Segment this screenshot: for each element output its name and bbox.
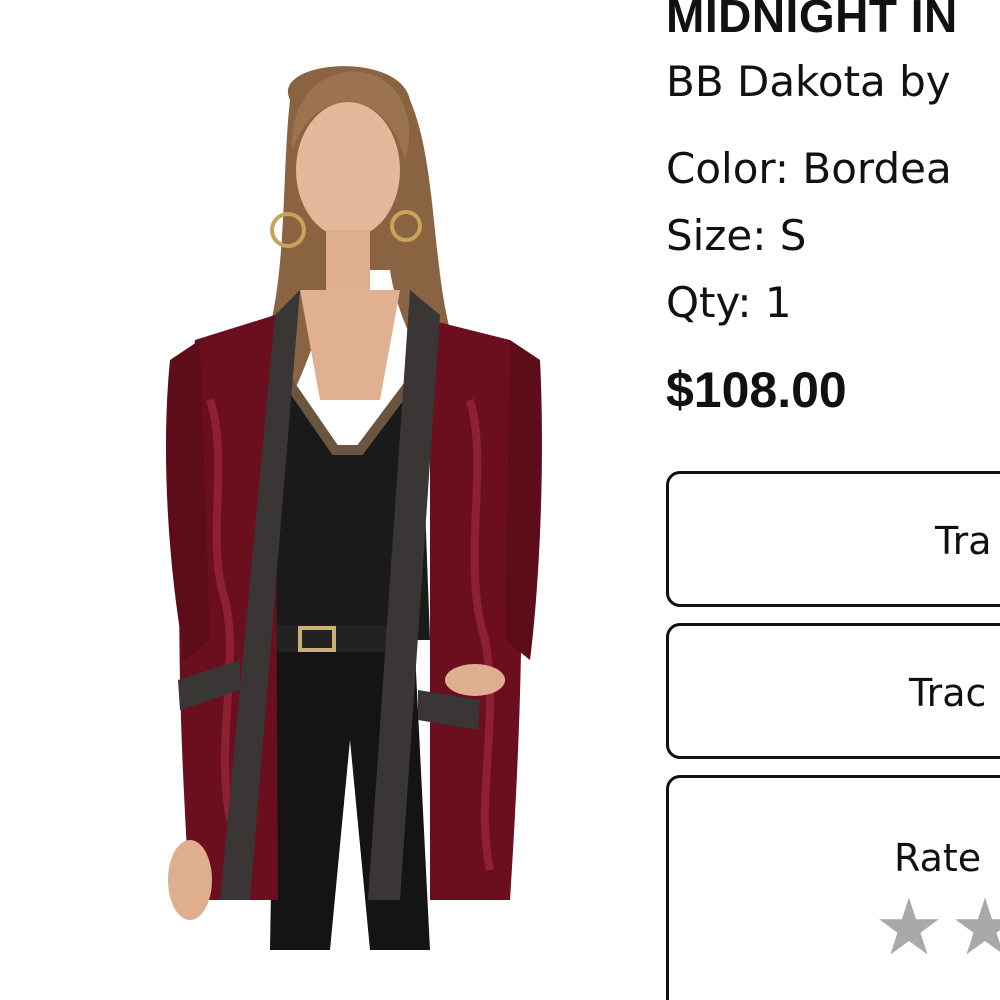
order-item-screen: MIDNIGHT IN BB Dakota by Color: Bordea S…	[0, 0, 1000, 1000]
product-color: Color: Bordea	[666, 144, 952, 193]
star-icon[interactable]: ★	[874, 888, 944, 968]
star-icon[interactable]: ★	[950, 888, 1000, 968]
track-package-button[interactable]: Tra	[666, 471, 1000, 607]
track-return-button-label: Trac	[909, 671, 987, 715]
product-image[interactable]	[100, 40, 600, 960]
track-package-button-label: Tra	[935, 519, 992, 563]
product-price: $108.00	[666, 362, 847, 418]
product-quantity: Qty: 1	[666, 278, 792, 327]
product-size: Size: S	[666, 211, 807, 260]
rate-product-card: Rate ★ ★	[666, 775, 1000, 1000]
star-rating: ★ ★	[874, 888, 1000, 968]
product-photo-illustration	[165, 66, 542, 950]
rate-label: Rate	[894, 836, 982, 880]
track-return-button[interactable]: Trac	[666, 623, 1000, 759]
product-brand[interactable]: BB Dakota by	[666, 56, 951, 108]
order-item-details: MIDNIGHT IN BB Dakota by Color: Bordea S…	[666, 0, 1000, 1000]
product-name[interactable]: MIDNIGHT IN	[666, 0, 958, 46]
